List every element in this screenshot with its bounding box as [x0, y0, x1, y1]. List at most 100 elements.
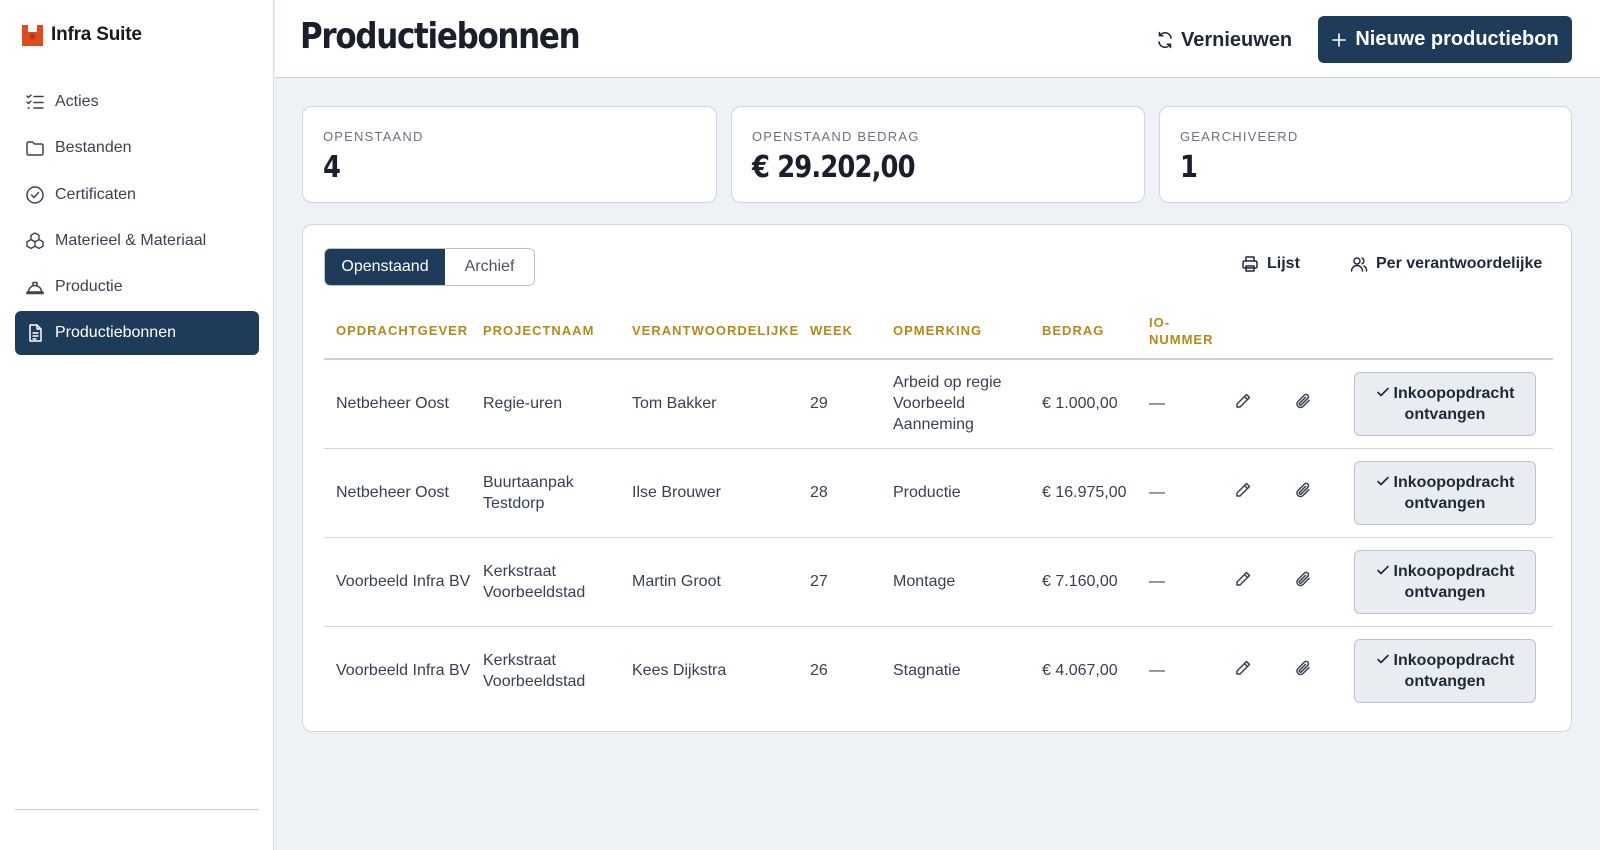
edit-cell — [1213, 448, 1273, 538]
cell-week: 27 — [798, 537, 881, 627]
attach-cell — [1273, 626, 1333, 715]
folder-icon — [26, 141, 44, 157]
attach-cell — [1273, 448, 1333, 538]
cell-client: Voorbeeld Infra BV — [336, 662, 471, 680]
stat-card-open-amount: OPENSTAAND BEDRAG € 29.202,00 — [731, 106, 1145, 203]
po-received-label: Inkoopopdracht ontvangen — [1393, 384, 1515, 423]
po-received-label: Inkoopopdracht ontvangen — [1393, 651, 1515, 690]
page-title: Productiebonnen — [300, 16, 581, 57]
cell-amount: € 16.975,00 — [1030, 448, 1137, 538]
cell-project: Buurtaanpak Testdorp — [471, 448, 620, 538]
cell-week: 26 — [810, 662, 828, 680]
sidebar-item-label: Bestanden — [55, 139, 132, 157]
cell-owner: Martin Groot — [620, 537, 798, 627]
table-row[interactable]: Netbeheer Oost Regie-uren Tom Bakker 29 … — [324, 359, 1553, 449]
cell-io-number: — — [1137, 448, 1213, 538]
cell-amount: € 7.160,00 — [1030, 537, 1137, 627]
brand[interactable]: Infra Suite — [22, 24, 142, 46]
stat-label: OPENSTAAND — [323, 129, 424, 144]
print-list-button[interactable]: Lijst — [1241, 255, 1300, 273]
sidebar-item-materieel[interactable]: Materieel & Materiaal — [15, 219, 259, 263]
edit-cell — [1213, 626, 1273, 715]
sidebar-item-label: Materieel & Materiaal — [55, 231, 207, 249]
po-received-button[interactable]: Inkoopopdracht ontvangen — [1354, 549, 1536, 614]
sidebar-item-certificaten[interactable]: Certificaten — [15, 173, 259, 217]
pencil-icon[interactable] — [1234, 481, 1252, 499]
column-header[interactable]: VERANTWOORDELIJKE — [620, 303, 798, 360]
po-received-label: Inkoopopdracht ontvangen — [1393, 562, 1515, 601]
refresh-label: Vernieuwen — [1181, 28, 1293, 51]
paperclip-icon[interactable] — [1294, 570, 1312, 588]
cell-io-number: — — [1149, 662, 1165, 680]
refresh-button[interactable]: Vernieuwen — [1155, 22, 1292, 58]
paperclip-icon[interactable] — [1294, 481, 1312, 499]
stat-value: 4 — [323, 150, 341, 185]
hardhat-icon — [26, 281, 44, 295]
action-cell: Inkoopopdracht ontvangen — [1333, 359, 1553, 449]
check-icon — [1376, 387, 1389, 397]
column-header[interactable]: OPMERKING — [881, 303, 1030, 360]
table-row[interactable]: Voorbeeld Infra BV Kerkstraat Voorbeelds… — [324, 626, 1553, 715]
print-list-label: Lijst — [1267, 255, 1300, 272]
attach-cell — [1273, 537, 1333, 627]
production-orders-table: OPDRACHTGEVER PROJECTNAAM VERANTWOORDELI… — [324, 303, 1553, 715]
document-icon — [29, 324, 42, 343]
action-cell: Inkoopopdracht ontvangen — [1333, 448, 1553, 538]
pencil-icon[interactable] — [1234, 392, 1252, 410]
new-production-order-label: Nieuwe productiebon — [1355, 28, 1559, 50]
boxes-icon — [26, 232, 44, 249]
sidebar-item-label: Certificaten — [55, 185, 136, 203]
tab-archief[interactable]: Archief — [445, 249, 534, 285]
cell-amount: € 1.000,00 — [1030, 359, 1137, 449]
po-received-button[interactable]: Inkoopopdracht ontvangen — [1354, 460, 1536, 525]
table-row[interactable]: Voorbeeld Infra BV Kerkstraat Voorbeelds… — [324, 537, 1553, 627]
cell-io-number: — — [1137, 537, 1213, 627]
edit-cell — [1213, 359, 1273, 449]
cell-client: Netbeheer Oost — [324, 359, 471, 449]
badge-check-icon — [26, 185, 44, 204]
paperclip-icon[interactable] — [1294, 659, 1312, 677]
cell-project: Regie-uren — [471, 359, 620, 449]
plus-icon — [1332, 32, 1347, 47]
pencil-icon[interactable] — [1234, 570, 1252, 588]
tab-openstaand[interactable]: Openstaand — [325, 249, 445, 285]
column-header-empty — [1333, 303, 1553, 360]
per-owner-label: Per verantwoordelijke — [1376, 255, 1543, 272]
pencil-icon[interactable] — [1234, 659, 1252, 677]
stat-label: OPENSTAAND BEDRAG — [752, 129, 920, 144]
new-production-order-button[interactable]: Nieuwe productiebon — [1318, 16, 1572, 63]
sidebar-item-label: Productie — [55, 278, 123, 296]
cell-week: 28 — [798, 448, 881, 538]
edit-cell — [1213, 537, 1273, 627]
cell-week: 29 — [798, 359, 881, 449]
stat-card-open: OPENSTAAND 4 — [302, 106, 717, 203]
cell-client: Voorbeeld Infra BV — [324, 537, 471, 627]
per-owner-button[interactable]: Per verantwoordelijke — [1350, 255, 1542, 273]
table-row[interactable]: Netbeheer Oost Buurtaanpak Testdorp Ilse… — [324, 448, 1553, 538]
check-icon — [1376, 565, 1389, 574]
brand-name: Infra Suite — [51, 24, 142, 45]
column-header[interactable]: BEDRAG — [1030, 303, 1137, 360]
sidebar-item-label: Productiebonnen — [55, 324, 176, 342]
sidebar-item-productie[interactable]: Productie — [15, 265, 259, 309]
page-header: Productiebonnen Vernieuwen Nieuwe produc… — [275, 0, 1600, 78]
sidebar-item-bestanden[interactable]: Bestanden — [15, 126, 259, 170]
check-icon — [1376, 476, 1389, 485]
column-header[interactable]: WEEK — [798, 303, 881, 360]
paperclip-icon[interactable] — [1294, 392, 1312, 410]
sidebar-item-productiebonnen[interactable]: Productiebonnen — [15, 311, 259, 356]
column-header-empty — [1273, 303, 1333, 360]
production-orders-card: Openstaand Archief Lijst Per verantwoord… — [302, 224, 1572, 732]
column-header[interactable]: PROJECTNAAM — [471, 303, 620, 360]
table-header-row: OPDRACHTGEVER PROJECTNAAM VERANTWOORDELI… — [324, 303, 1553, 360]
po-received-button[interactable]: Inkoopopdracht ontvangen — [1354, 371, 1536, 436]
po-received-button[interactable]: Inkoopopdracht ontvangen — [1354, 638, 1536, 703]
column-header[interactable]: OPDRACHTGEVER — [324, 303, 471, 360]
column-header[interactable]: IO-NUMMER — [1137, 303, 1213, 360]
cell-project: Kerkstraat Voorbeeldstad — [471, 537, 620, 627]
stat-label: GEARCHIVEERD — [1180, 129, 1299, 144]
sidebar-nav: Acties Bestanden Certificaten Materieel … — [15, 80, 259, 358]
sidebar-item-acties[interactable]: Acties — [15, 80, 259, 124]
cell-note: Productie — [881, 448, 1030, 538]
column-header-empty — [1213, 303, 1273, 360]
